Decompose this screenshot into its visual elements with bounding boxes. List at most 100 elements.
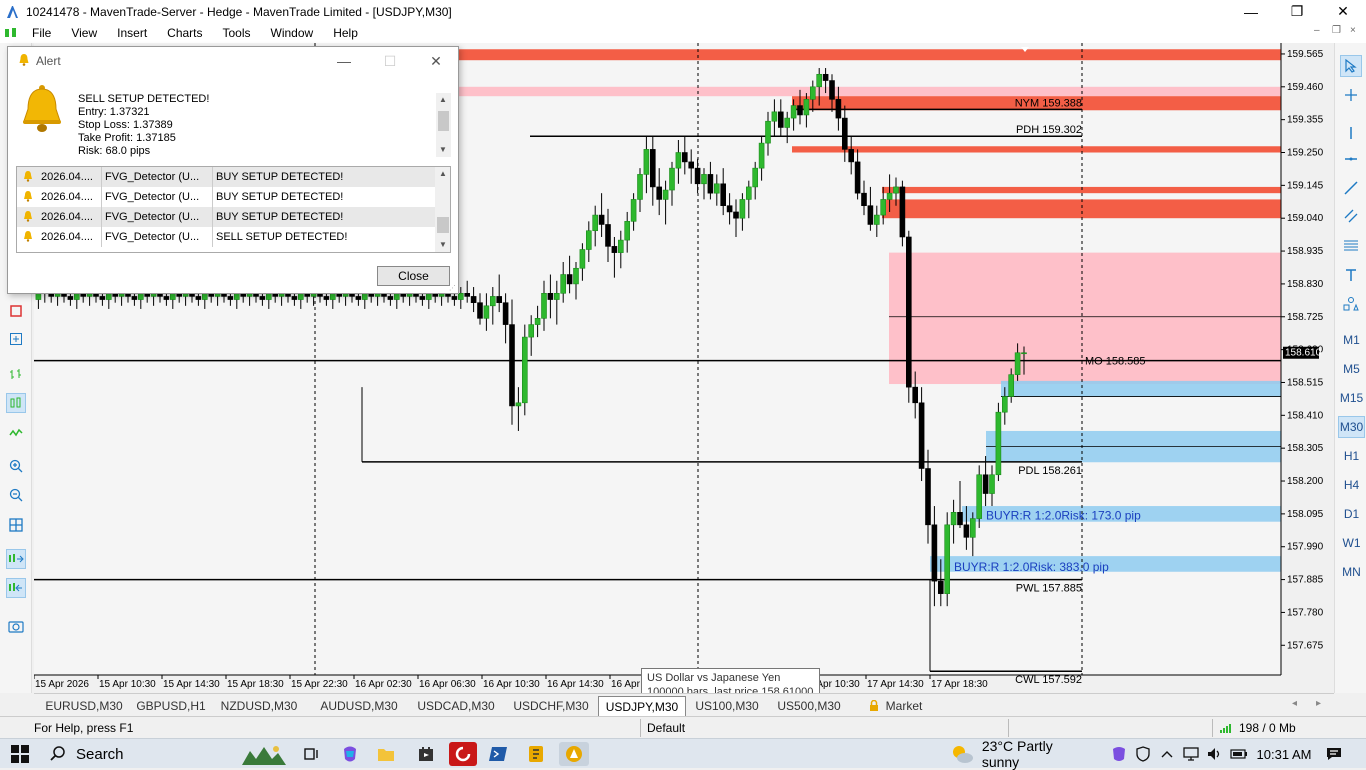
close-window-button[interactable]: ✕ [1320, 0, 1366, 23]
zoom-in-icon[interactable] [6, 456, 26, 476]
security-tray-icon[interactable] [1132, 742, 1154, 766]
mdi-minimize-button[interactable]: – [1314, 25, 1320, 36]
zone-supply [792, 146, 1281, 153]
text-icon[interactable] [1340, 264, 1362, 286]
alert-list-row[interactable]: 2026.04.... FVG_Detector (U... BUY SETUP D… [17, 187, 435, 207]
candlestick-chart-icon[interactable] [6, 393, 26, 413]
taskbar-search[interactable]: Search [44, 742, 234, 766]
candle[interactable] [995, 402, 1002, 482]
alert-history-list[interactable]: ▲ ▼ 2026.04.... FVG_Detector (U... BUY SET… [16, 166, 451, 253]
candle[interactable] [976, 465, 983, 528]
close-button[interactable]: Close [377, 266, 450, 286]
alert-list-row[interactable]: 2026.04.... FVG_Detector (U... SELL SETUP … [17, 227, 435, 247]
alert-list-row[interactable]: 2026.04.... FVG_Detector (U... BUY SETUP D… [17, 207, 435, 227]
menu-charts[interactable]: Charts [157, 26, 212, 40]
horizontal-line-icon[interactable] [1340, 148, 1362, 170]
task-view-icon[interactable] [300, 742, 324, 766]
file-explorer-icon[interactable] [374, 742, 398, 766]
channel-icon[interactable] [1340, 205, 1362, 227]
cursor-icon[interactable] [1340, 55, 1362, 77]
chart-shift-icon[interactable] [6, 578, 26, 598]
alert-list-row[interactable]: 2026.04.... FVG_Detector (U... BUY SETUP D… [17, 167, 435, 187]
tab-usdcad[interactable]: USDCAD,M30 [409, 696, 503, 716]
alert-message-scrollbar[interactable]: ▲ ▼ [436, 93, 451, 157]
menu-insert[interactable]: Insert [107, 26, 157, 40]
vertical-line-icon[interactable] [1340, 122, 1362, 144]
notifications-icon[interactable] [1322, 742, 1346, 766]
line-chart-icon[interactable] [6, 423, 26, 443]
candle[interactable] [899, 180, 906, 247]
tabs-scroll-left-icon[interactable]: ◂ [1292, 698, 1297, 709]
search-highlight-icon[interactable] [240, 742, 288, 766]
taskbar-clock[interactable]: 10:31 AM [1256, 742, 1312, 766]
screenshot-icon[interactable] [6, 616, 26, 636]
trend-line-icon[interactable] [1340, 177, 1362, 199]
new-order-icon[interactable] [6, 329, 26, 349]
media-app-icon[interactable] [414, 742, 438, 766]
timeframe-m5[interactable]: M5 [1338, 358, 1365, 380]
tab-us100[interactable]: US100,M30 [687, 696, 767, 716]
timeframe-m15[interactable]: M15 [1338, 387, 1365, 409]
shapes-icon[interactable] [1340, 293, 1362, 315]
tab-market[interactable]: Market [860, 696, 930, 716]
stop-icon[interactable] [6, 301, 26, 321]
candle-body [624, 221, 631, 241]
tab-nzdusd[interactable]: NZDUSD,M30 [214, 696, 304, 716]
timeframe-m1[interactable]: M1 [1338, 329, 1365, 351]
resize-grip-icon[interactable]: ⋰ [449, 284, 457, 292]
menu-help[interactable]: Help [323, 26, 368, 40]
menu-file[interactable]: File [22, 26, 61, 40]
weather-widget[interactable]: 23°C Partly sunny [949, 738, 1089, 770]
crosshair-icon[interactable] [1340, 84, 1362, 106]
candle-body [905, 236, 912, 388]
alert-dialog[interactable]: Alert — ☐ ✕ SELL SETUP DETECTED! Entry: … [7, 46, 459, 294]
zoom-out-icon[interactable] [6, 485, 26, 505]
auto-scroll-icon[interactable] [6, 549, 26, 569]
menu-view[interactable]: View [61, 26, 107, 40]
alert-close-x-button[interactable]: ✕ [416, 49, 456, 73]
copilot-icon[interactable] [338, 742, 362, 766]
menu-window[interactable]: Window [261, 26, 324, 40]
hidden-icons-chevron-icon[interactable] [1156, 742, 1178, 766]
tab-usdjpy[interactable]: USDJPY,M30 [598, 696, 686, 716]
tab-eurusd[interactable]: EURUSD,M30 [39, 696, 129, 716]
menu-tools[interactable]: Tools [213, 26, 261, 40]
minimize-button[interactable]: — [1228, 0, 1274, 23]
candle[interactable] [905, 230, 912, 403]
candle[interactable] [944, 512, 951, 607]
candle-body [573, 267, 579, 285]
timeframe-mn[interactable]: MN [1338, 561, 1365, 583]
powershell-icon[interactable] [485, 742, 511, 766]
status-profile[interactable]: Default [647, 721, 685, 735]
bar-chart-icon[interactable] [6, 364, 26, 384]
tab-gbpusd[interactable]: GBPUSD,H1 [131, 696, 211, 716]
tab-us500[interactable]: US500,M30 [769, 696, 849, 716]
candle[interactable] [521, 324, 528, 416]
battery-icon[interactable] [1228, 742, 1250, 766]
terminal-app-icon[interactable] [523, 742, 549, 766]
timeframe-w1[interactable]: W1 [1338, 532, 1365, 554]
restore-button[interactable]: ❐ [1274, 0, 1320, 23]
timeframe-h4[interactable]: H4 [1338, 474, 1365, 496]
timeframe-d1[interactable]: D1 [1338, 503, 1365, 525]
tab-usdchf[interactable]: USDCHF,M30 [504, 696, 598, 716]
candle-body [521, 336, 528, 404]
fibonacci-icon[interactable] [1340, 235, 1362, 257]
alert-title-bar[interactable]: Alert — ☐ ✕ [8, 47, 458, 75]
mdi-close-button[interactable]: × [1350, 25, 1356, 36]
mdi-restore-button[interactable]: ❐ [1332, 25, 1341, 36]
copilot-tray-icon[interactable] [1108, 742, 1130, 766]
mcafee-icon[interactable] [449, 742, 477, 766]
timeframe-h1[interactable]: H1 [1338, 445, 1365, 467]
maventrade-taskbar-icon[interactable] [559, 742, 589, 766]
tabs-scroll-right-icon[interactable]: ▸ [1316, 698, 1321, 709]
alert-list-scrollbar[interactable]: ▲ ▼ [435, 167, 450, 252]
tab-audusd[interactable]: AUDUSD,M30 [312, 696, 406, 716]
windows-start-icon[interactable] [8, 742, 32, 766]
timeframe-m30[interactable]: M30 [1338, 416, 1365, 438]
alert-minimize-button[interactable]: — [324, 49, 364, 73]
connection-status[interactable]: 198 / 0 Mb [1220, 721, 1296, 735]
volume-icon[interactable] [1204, 742, 1226, 766]
network-icon[interactable] [1180, 742, 1202, 766]
tile-windows-icon[interactable] [6, 515, 26, 535]
